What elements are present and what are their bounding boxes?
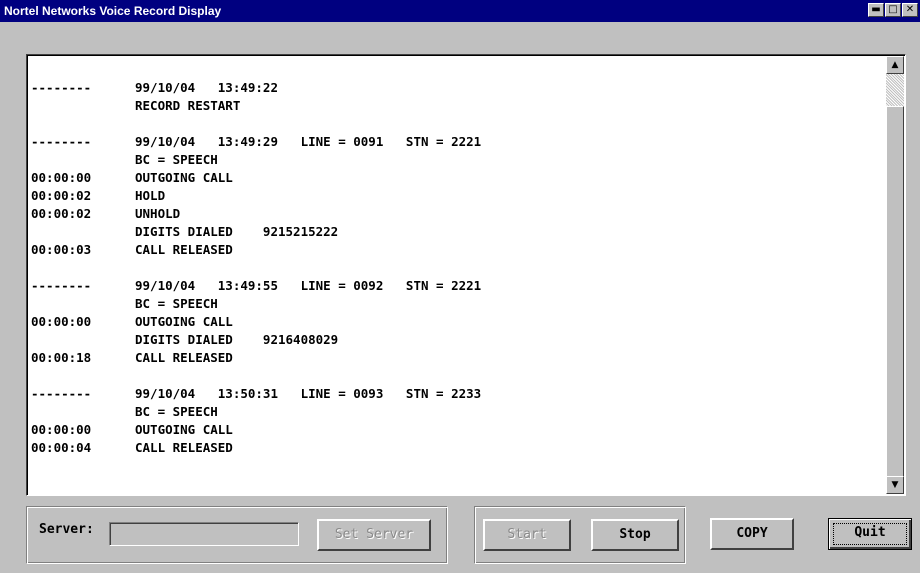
log-line: 00:00:02 HOLD (29, 187, 883, 205)
log-spacer (29, 367, 883, 385)
log-line: 00:00:00 OUTGOING CALL (29, 169, 883, 187)
close-icon[interactable]: ✕ (902, 3, 918, 17)
log-line: -------- 99/10/04 13:50:31 LINE = 0093 ST… (29, 385, 883, 403)
log-text: BC = SPEECH (135, 404, 218, 419)
log-line: 00:00:03 CALL RELEASED (29, 241, 883, 259)
log-timestamp: -------- (31, 278, 92, 293)
set-server-button[interactable]: Set Server (317, 519, 431, 551)
minimize-icon[interactable]: ▬ (868, 3, 884, 17)
log-timestamp: 00:00:03 (31, 242, 92, 257)
record-log-text: -------- 99/10/04 13:49:22 RECORD RESTART -… (29, 79, 883, 457)
log-line: BC = SPEECH (29, 403, 883, 421)
log-text: CALL RELEASED (135, 350, 233, 365)
window-title: Nortel Networks Voice Record Display (4, 4, 222, 18)
log-line: 00:00:00 OUTGOING CALL (29, 421, 883, 439)
log-text: OUTGOING CALL (135, 422, 233, 437)
log-text: DIGITS DIALED 9216408029 (135, 332, 339, 347)
log-text: HOLD (135, 188, 166, 203)
log-text: 99/10/04 13:50:31 LINE = 0093 STN = 2233 (135, 386, 482, 401)
log-line: 00:00:18 CALL RELEASED (29, 349, 883, 367)
log-line: 00:00:02 UNHOLD (29, 205, 883, 223)
scroll-up-icon[interactable]: ▲ (886, 56, 904, 74)
log-text: BC = SPEECH (135, 152, 218, 167)
log-line: -------- 99/10/04 13:49:55 LINE = 0092 ST… (29, 277, 883, 295)
log-timestamp: 00:00:00 (31, 422, 92, 437)
log-timestamp: 00:00:18 (31, 350, 92, 365)
stop-button[interactable]: Stop (591, 519, 679, 551)
log-timestamp: 00:00:04 (31, 440, 92, 455)
copy-button[interactable]: COPY (710, 518, 794, 550)
log-text: RECORD RESTART (135, 98, 241, 113)
log-text: 99/10/04 13:49:29 LINE = 0091 STN = 2221 (135, 134, 482, 149)
start-stop-group: Start Stop (474, 506, 686, 564)
server-group: Server: Set Server (26, 506, 448, 564)
log-line: RECORD RESTART (29, 97, 883, 115)
start-button[interactable]: Start (483, 519, 571, 551)
log-text: CALL RELEASED (135, 440, 233, 455)
quit-button[interactable]: Quit (828, 518, 912, 550)
window-controls: ▬ □ ✕ (867, 3, 918, 17)
maximize-icon[interactable]: □ (885, 3, 901, 17)
log-timestamp: -------- (31, 386, 92, 401)
title-bar: Nortel Networks Voice Record Display ▬ □… (0, 0, 920, 22)
log-spacer (29, 259, 883, 277)
log-text: CALL RELEASED (135, 242, 233, 257)
log-line: 00:00:00 OUTGOING CALL (29, 313, 883, 331)
log-line: DIGITS DIALED 9216408029 (29, 331, 883, 349)
log-timestamp: 00:00:02 (31, 206, 92, 221)
log-text: OUTGOING CALL (135, 170, 233, 185)
log-line: -------- 99/10/04 13:49:29 LINE = 0091 ST… (29, 133, 883, 151)
log-line: DIGITS DIALED 9215215222 (29, 223, 883, 241)
log-timestamp: -------- (31, 80, 92, 95)
log-spacer (29, 115, 883, 133)
log-line: 00:00:04 CALL RELEASED (29, 439, 883, 457)
server-field[interactable] (109, 522, 299, 546)
record-log[interactable]: -------- 99/10/04 13:49:22 RECORD RESTART -… (26, 54, 906, 496)
log-line: BC = SPEECH (29, 151, 883, 169)
log-timestamp: -------- (31, 134, 92, 149)
focus-rect (833, 523, 907, 545)
log-line: BC = SPEECH (29, 295, 883, 313)
log-timestamp: 00:00:00 (31, 314, 92, 329)
log-text: 99/10/04 13:49:22 (135, 80, 278, 95)
scroll-down-icon[interactable]: ▼ (886, 476, 904, 494)
scroll-thumb[interactable] (886, 106, 904, 478)
log-text: UNHOLD (135, 206, 181, 221)
log-line: -------- 99/10/04 13:49:22 (29, 79, 883, 97)
log-text: DIGITS DIALED 9215215222 (135, 224, 339, 239)
log-text: BC = SPEECH (135, 296, 218, 311)
log-text: 99/10/04 13:49:55 LINE = 0092 STN = 2221 (135, 278, 482, 293)
server-label: Server: (39, 522, 94, 537)
log-timestamp: 00:00:00 (31, 170, 92, 185)
vertical-scrollbar[interactable]: ▲ ▼ (886, 56, 904, 494)
log-text: OUTGOING CALL (135, 314, 233, 329)
log-timestamp: 00:00:02 (31, 188, 92, 203)
